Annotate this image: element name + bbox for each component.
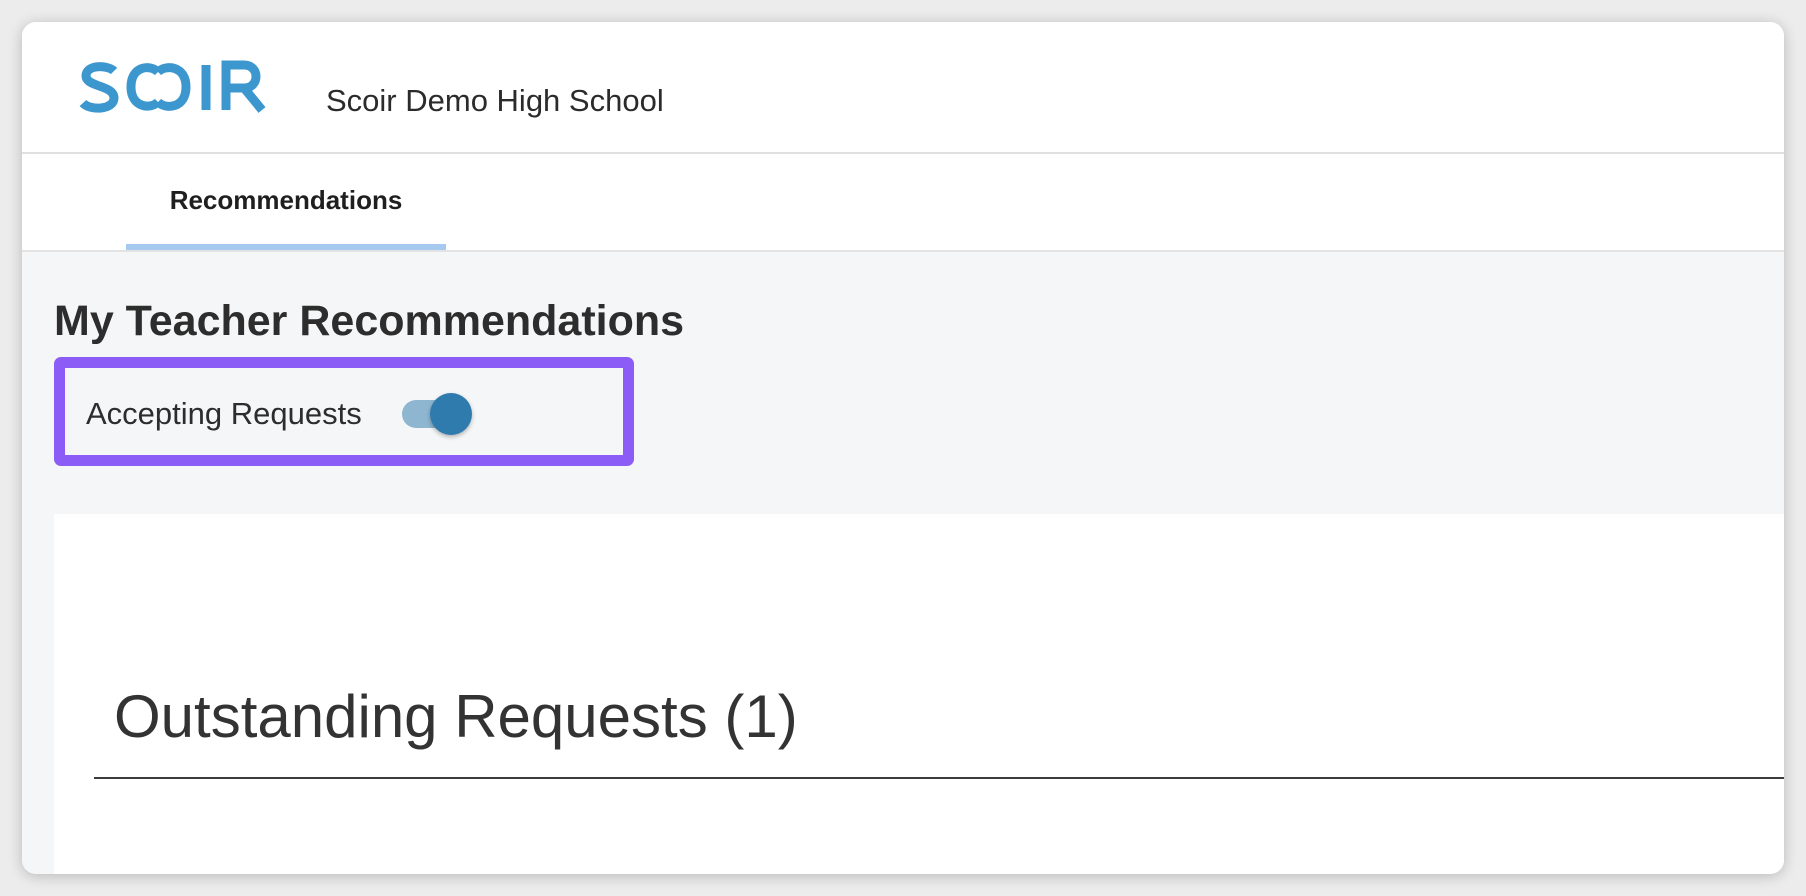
scoir-logo[interactable] <box>78 60 286 114</box>
tab-bar: Recommendations <box>22 154 1784 252</box>
top-header: Scoir Demo High School <box>22 22 1784 154</box>
tab-recommendations[interactable]: Recommendations <box>126 154 446 250</box>
active-tab-indicator <box>126 244 446 250</box>
school-name: Scoir Demo High School <box>326 83 664 118</box>
page-title: My Teacher Recommendations <box>54 297 685 345</box>
accepting-requests-label: Accepting Requests <box>86 396 362 431</box>
toggle-thumb[interactable] <box>430 393 472 435</box>
tab-label: Recommendations <box>169 185 403 215</box>
accepting-requests-toggle[interactable] <box>399 388 477 440</box>
requests-card: Outstanding Requests (1) <box>54 514 1784 874</box>
main-content: My Teacher Recommendations Accepting Req… <box>22 252 1784 874</box>
outstanding-requests-heading: Outstanding Requests (1) <box>114 683 798 750</box>
section-divider <box>94 777 1784 779</box>
app-window: Scoir Demo High School Recommendations M… <box>22 22 1784 874</box>
